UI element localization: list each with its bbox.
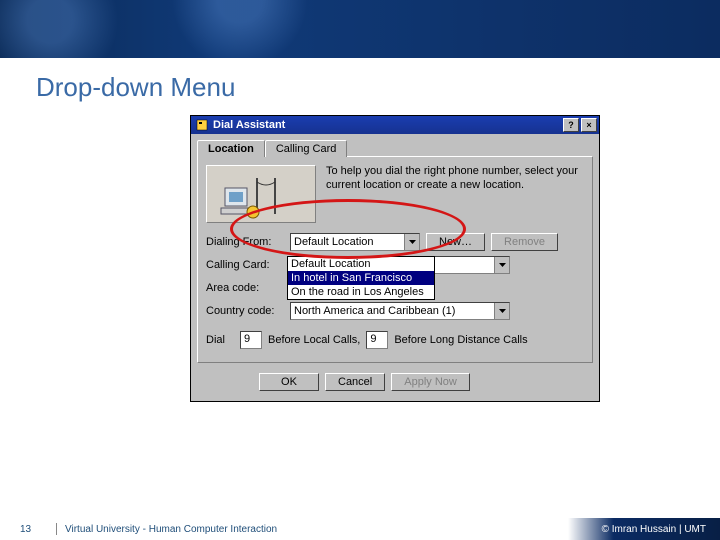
dropdown-option[interactable]: In hotel in San Francisco [288, 271, 434, 285]
footer-credit: © Imran Hussain | UMT [568, 518, 720, 540]
slide-title: Drop-down Menu [36, 72, 720, 103]
intro-text: To help you dial the right phone number,… [326, 165, 584, 193]
label-country-code: Country code: [206, 305, 284, 317]
country-code-select[interactable]: North America and Caribbean (1) [290, 302, 510, 320]
apply-button[interactable]: Apply Now [391, 373, 470, 391]
dialog-button-row: OK Cancel Apply Now [197, 363, 593, 395]
footer-separator [56, 523, 57, 535]
ok-button[interactable]: OK [259, 373, 319, 391]
phone-icon [195, 118, 209, 132]
chevron-down-icon [494, 257, 509, 273]
label-dialing-from: Dialing From: [206, 236, 284, 248]
dialog-titlebar: Dial Assistant ? × [191, 116, 599, 134]
cancel-button[interactable]: Cancel [325, 373, 385, 391]
dialog-body: Location Calling Card To help you di [191, 134, 599, 401]
tab-panel-location: To help you dial the right phone number,… [197, 156, 593, 363]
label-calling-card: Calling Card: [206, 259, 284, 271]
local-prefix-input[interactable]: 9 [240, 331, 262, 349]
location-illustration [206, 165, 316, 223]
new-button[interactable]: New… [426, 233, 485, 251]
tab-calling-card[interactable]: Calling Card [265, 140, 348, 157]
page-number: 13 [0, 524, 56, 535]
before-local-text: Before Local Calls, [268, 334, 360, 346]
dialog-title: Dial Assistant [213, 119, 285, 131]
help-button[interactable]: ? [563, 118, 579, 132]
tab-strip: Location Calling Card [197, 140, 593, 157]
dial-assistant-dialog: Dial Assistant ? × Location Calling Card [190, 115, 600, 402]
footer-text: Virtual University - Human Computer Inte… [65, 524, 568, 535]
chevron-down-icon [404, 234, 419, 250]
dropdown-option[interactable]: Default Location [288, 257, 434, 271]
slide-footer: 13 Virtual University - Human Computer I… [0, 518, 720, 540]
dialing-from-value: Default Location [294, 236, 374, 248]
ld-prefix-input[interactable]: 9 [366, 331, 388, 349]
dialing-from-select[interactable]: Default Location [290, 233, 420, 251]
remove-button[interactable]: Remove [491, 233, 558, 251]
country-code-value: North America and Caribbean (1) [294, 305, 455, 317]
label-area-code: Area code: [206, 282, 284, 294]
label-dial: Dial [206, 334, 234, 346]
slide-banner [0, 0, 720, 58]
before-ld-text: Before Long Distance Calls [394, 334, 527, 346]
chevron-down-icon [494, 303, 509, 319]
dialing-from-dropdown-list[interactable]: Default Location In hotel in San Francis… [287, 256, 435, 300]
tab-location[interactable]: Location [197, 140, 265, 157]
close-button[interactable]: × [581, 118, 597, 132]
dropdown-option[interactable]: On the road in Los Angeles [288, 285, 434, 299]
